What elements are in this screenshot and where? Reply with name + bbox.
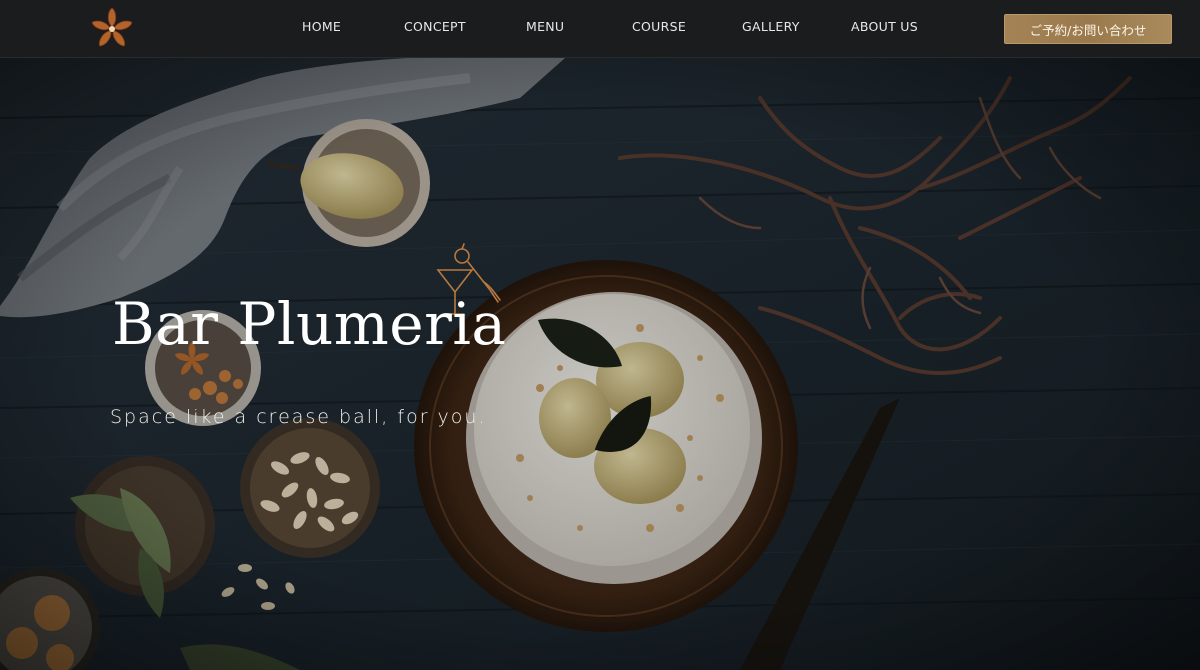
nav-gallery[interactable]: GALLERY [742, 19, 800, 34]
site-header: HOME CONCEPT MENU COURSE GALLERY ABOUT U… [0, 0, 1200, 58]
reservation-contact-button[interactable]: ご予約/お問い合わせ [1004, 14, 1172, 44]
nav-home[interactable]: HOME [302, 19, 341, 34]
nav-menu[interactable]: MENU [526, 19, 564, 34]
hero-background-image [0, 58, 1200, 670]
nav-about-us[interactable]: ABOUT US [851, 19, 918, 34]
hero-title: Bar Plumeria [112, 290, 507, 358]
hero-section: Bar Plumeria Space like a crease ball, f… [0, 58, 1200, 670]
nav-course[interactable]: COURSE [632, 19, 686, 34]
hero-subtitle: Space like a crease ball, for you. [110, 406, 487, 428]
nav-concept[interactable]: CONCEPT [404, 19, 466, 34]
